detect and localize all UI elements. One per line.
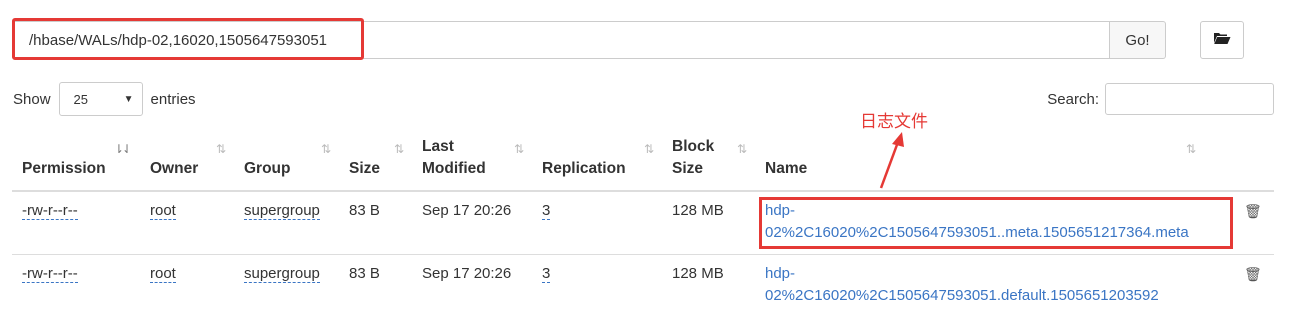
go-button[interactable]: Go! (1110, 21, 1166, 59)
caret-down-icon: ▼ (123, 93, 134, 105)
sort-icon: ⇅ (393, 142, 404, 156)
table-row: -rw-r--r-- root supergroup 83 B Sep 17 2… (12, 254, 1274, 315)
header-last-modified[interactable]: ⇅ Last Modified (412, 130, 532, 192)
cell-size: 83 B (339, 254, 412, 315)
header-actions (1234, 130, 1274, 192)
cell-replication: 3 (532, 254, 662, 315)
sort-icon: ⇅ (736, 142, 747, 156)
replication-link[interactable]: 3 (542, 265, 551, 283)
cell-actions: 🗑 (1234, 254, 1274, 315)
folder-open-icon (1213, 31, 1231, 49)
cell-name: hdp- 02%2C16020%2C1505647593051..meta.150… (755, 190, 1234, 255)
trash-icon[interactable]: 🗑 (1244, 203, 1262, 219)
sort-icon: ⇅ (320, 142, 331, 156)
header-size[interactable]: ⇅ Size (339, 130, 412, 192)
cell-group: supergroup (234, 190, 339, 255)
sort-icon: ⇅ (643, 142, 654, 156)
header-replication[interactable]: ⇅ Replication (532, 130, 662, 192)
permission-link[interactable]: -rw-r--r-- (22, 265, 78, 283)
cell-name: hdp- 02%2C16020%2C1505647593051.default.1… (755, 254, 1234, 315)
file-name-link[interactable]: hdp- 02%2C16020%2C1505647593051..meta.150… (765, 202, 1189, 241)
search-filter: Search: (1047, 81, 1274, 117)
header-owner[interactable]: ⇅ Owner (140, 130, 234, 192)
cell-size: 83 B (339, 190, 412, 255)
cell-owner: root (140, 190, 234, 255)
table-row: -rw-r--r-- root supergroup 83 B Sep 17 2… (12, 190, 1274, 255)
path-input-group: Go! (12, 21, 1166, 59)
cell-block-size: 128 MB (662, 254, 755, 315)
trash-icon[interactable]: 🗑 (1244, 266, 1262, 282)
length-menu: Show 25 ▼ entries (13, 81, 196, 117)
file-name-link[interactable]: hdp- 02%2C16020%2C1505647593051.default.1… (765, 265, 1159, 304)
replication-link[interactable]: 3 (542, 202, 551, 220)
cell-replication: 3 (532, 190, 662, 255)
cell-group: supergroup (234, 254, 339, 315)
cell-modified: Sep 17 20:26 (412, 254, 532, 315)
cell-block-size: 128 MB (662, 190, 755, 255)
group-link[interactable]: supergroup (244, 265, 320, 283)
sort-icon: ⇅ (513, 142, 524, 156)
sort-icon: ⇂⇃ (113, 142, 132, 156)
sort-icon: ⇅ (215, 142, 226, 156)
table-header-row: ⇂⇃ Permission ⇅ Owner ⇅ Group ⇅ Size ⇅ L… (12, 130, 1274, 192)
show-label: Show (13, 90, 51, 108)
cell-actions: 🗑 (1234, 190, 1274, 255)
file-table: ⇂⇃ Permission ⇅ Owner ⇅ Group ⇅ Size ⇅ L… (12, 130, 1274, 315)
cell-permission: -rw-r--r-- (12, 190, 140, 255)
entries-select[interactable]: 25 ▼ (58, 82, 143, 116)
cell-permission: -rw-r--r-- (12, 254, 140, 315)
header-block-size[interactable]: ⇅ Block Size (662, 130, 755, 192)
entries-label: entries (150, 90, 196, 108)
header-group[interactable]: ⇅ Group (234, 130, 339, 192)
browse-folder-button[interactable] (1200, 21, 1244, 59)
cell-owner: root (140, 254, 234, 315)
cell-modified: Sep 17 20:26 (412, 190, 532, 255)
search-input[interactable] (1105, 83, 1274, 115)
entries-select-value: 25 (73, 91, 88, 107)
owner-link[interactable]: root (150, 265, 176, 283)
header-permission[interactable]: ⇂⇃ Permission (12, 130, 140, 192)
permission-link[interactable]: -rw-r--r-- (22, 202, 78, 220)
search-label: Search: (1047, 90, 1099, 108)
sort-icon: ⇅ (1185, 142, 1196, 156)
owner-link[interactable]: root (150, 202, 176, 220)
path-input[interactable] (12, 21, 1110, 59)
header-name[interactable]: ⇅ Name (755, 130, 1234, 192)
group-link[interactable]: supergroup (244, 202, 320, 220)
